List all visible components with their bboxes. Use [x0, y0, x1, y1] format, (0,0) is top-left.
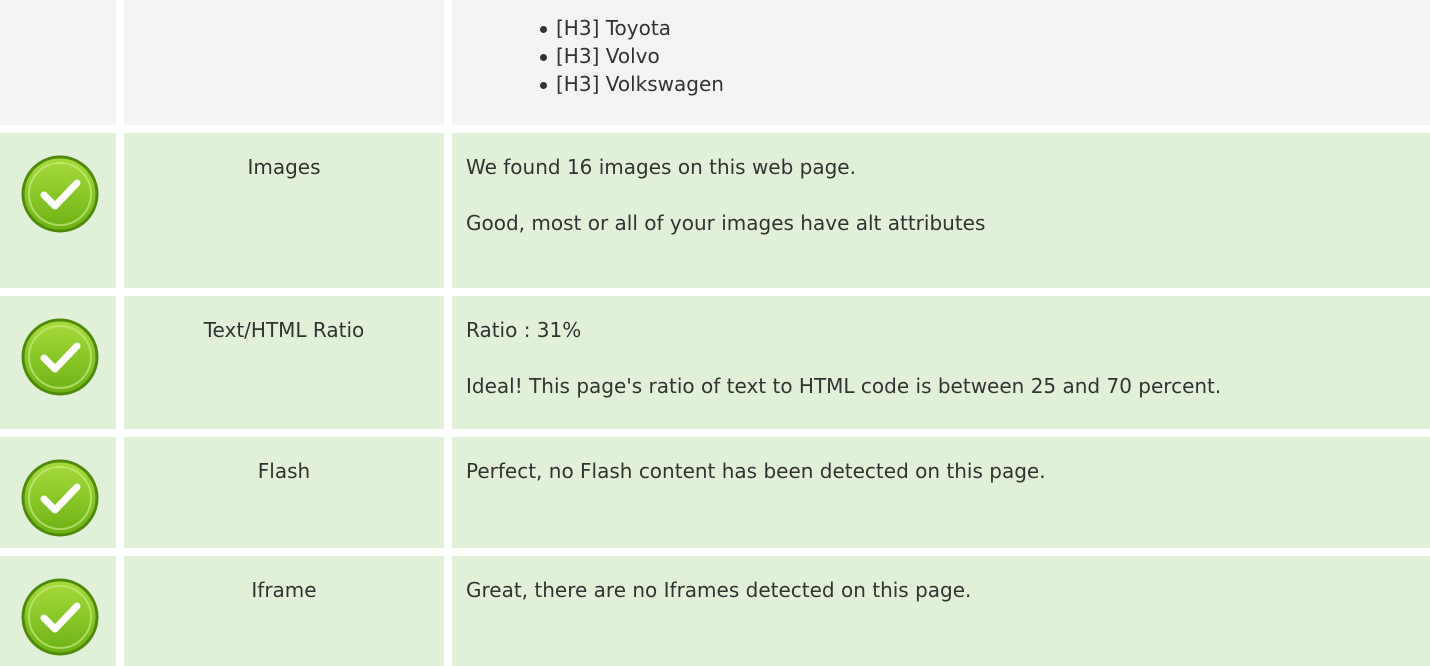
check-circle-icon: [21, 318, 99, 396]
detail-text: We found 16 images on this web page.: [466, 155, 856, 179]
check-label: Flash: [124, 437, 444, 548]
check-circle-icon: [21, 155, 99, 233]
check-label: Iframe: [124, 556, 444, 666]
detail-text: Ideal! This page's ratio of text to HTML…: [466, 374, 1222, 398]
check-row-text-html-ratio: Text/HTML Ratio Ratio : 31% Ideal! This …: [0, 296, 1430, 429]
status-cell: [0, 556, 116, 666]
detail-text: Ratio : 31%: [466, 318, 582, 342]
check-row-images: Images We found 16 images on this web pa…: [0, 133, 1430, 288]
check-label: Images: [124, 133, 444, 288]
detail-text: Great, there are no Iframes detected on …: [466, 578, 972, 602]
check-row-iframe: Iframe Great, there are no Iframes detec…: [0, 556, 1430, 666]
headings-row: [H3] Toyota [H3] Volvo [H3] Volkswagen: [0, 0, 1430, 125]
seo-results-table: [H3] Toyota [H3] Volvo [H3] Volkswagen I…: [0, 0, 1430, 666]
label-cell: [124, 0, 444, 125]
detail-text: Perfect, no Flash content has been detec…: [466, 459, 1046, 483]
check-label: Text/HTML Ratio: [124, 296, 444, 429]
list-item: [H3] Volkswagen: [538, 70, 1430, 98]
detail-cell: [H3] Toyota [H3] Volvo [H3] Volkswagen: [452, 0, 1430, 125]
headings-list: [H3] Toyota [H3] Volvo [H3] Volkswagen: [452, 0, 1430, 98]
list-item: [H3] Toyota: [538, 14, 1430, 42]
check-row-flash: Flash Perfect, no Flash content has been…: [0, 437, 1430, 548]
status-cell: [0, 296, 116, 429]
status-cell: [0, 437, 116, 548]
check-detail: We found 16 images on this web page. Goo…: [452, 133, 1430, 288]
check-detail: Perfect, no Flash content has been detec…: [452, 437, 1430, 548]
detail-text: Good, most or all of your images have al…: [466, 211, 986, 235]
check-detail: Ratio : 31% Ideal! This page's ratio of …: [452, 296, 1430, 429]
list-item: [H3] Volvo: [538, 42, 1430, 70]
status-cell: [0, 133, 116, 288]
check-circle-icon: [21, 459, 99, 537]
check-detail: Great, there are no Iframes detected on …: [452, 556, 1430, 666]
check-circle-icon: [21, 578, 99, 656]
status-cell: [0, 0, 116, 125]
